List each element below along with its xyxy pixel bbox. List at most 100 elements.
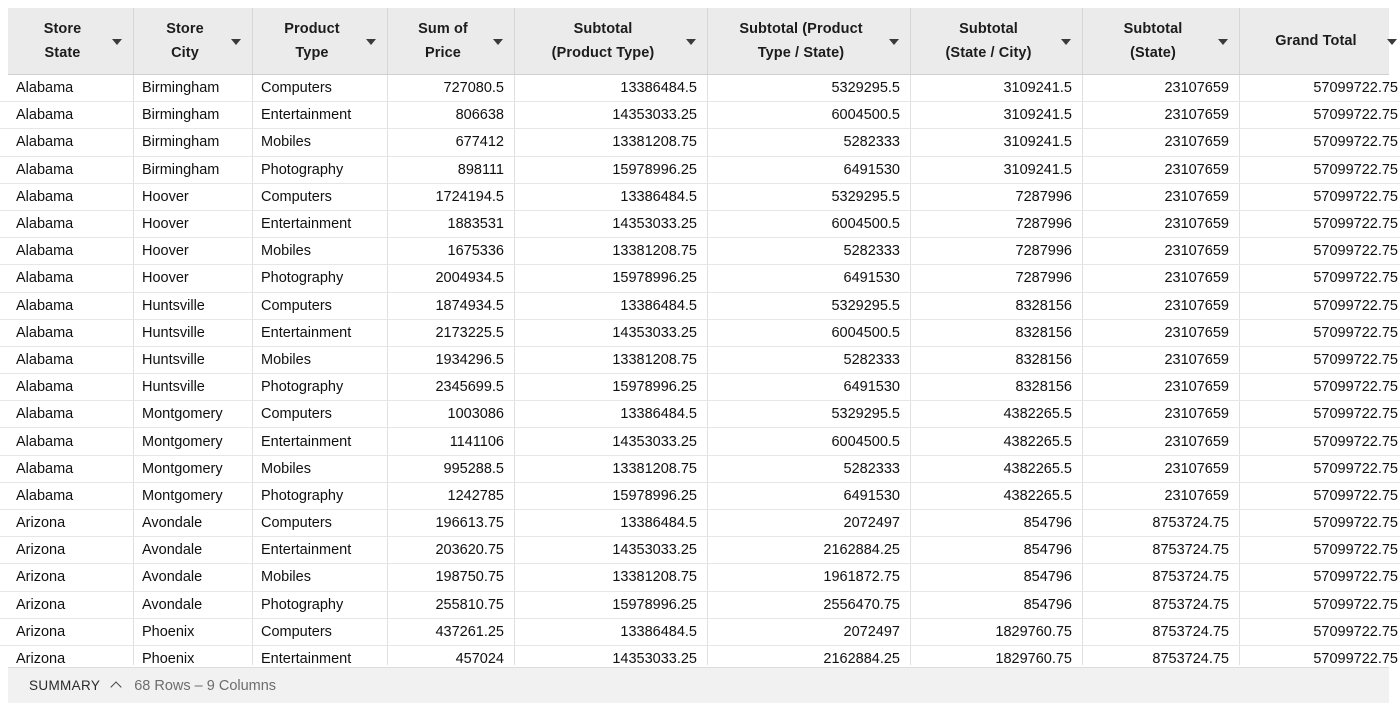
cell-store-state[interactable]: Alabama <box>0 346 134 374</box>
cell-sum-of-price[interactable]: 1874934.5 <box>388 292 515 319</box>
cell-subtotal-state-city[interactable]: 3109241.5 <box>911 129 1083 156</box>
cell-subtotal-state[interactable]: 8753724.75 <box>1083 618 1240 645</box>
cell-subtotal-state[interactable]: 23107659 <box>1083 75 1240 102</box>
cell-subtotal-state-city[interactable]: 1829760.75 <box>911 645 1083 665</box>
column-menu-chevron-down-icon[interactable] <box>231 39 241 45</box>
table-row[interactable]: Alabama Hoover Entertainment 1883531 1435303… <box>0 210 1400 239</box>
cell-product-type[interactable]: Entertainment <box>253 537 388 564</box>
cell-store-city[interactable]: Avondale <box>134 591 253 618</box>
cell-store-state[interactable]: Alabama <box>0 482 134 509</box>
table-row[interactable]: Alabama Birmingham Entertainment 806638 1435… <box>0 102 1400 130</box>
cell-store-state[interactable]: Alabama <box>0 75 134 102</box>
cell-subtotal-product-type[interactable]: 13381208.75 <box>515 238 708 265</box>
cell-subtotal-product-type[interactable]: 15978996.25 <box>515 482 708 509</box>
cell-subtotal-product-type[interactable]: 14353033.25 <box>515 102 708 129</box>
cell-subtotal-state-city[interactable]: 4382265.5 <box>911 428 1083 455</box>
cell-subtotal-product-type[interactable]: 13386484.5 <box>515 618 708 645</box>
column-menu-chevron-down-icon[interactable] <box>366 39 376 45</box>
cell-subtotal-state[interactable]: 8753724.75 <box>1083 591 1240 618</box>
cell-store-city[interactable]: Huntsville <box>134 292 253 319</box>
cell-product-type[interactable]: Entertainment <box>253 645 388 665</box>
column-header-store-state[interactable]: Store State <box>8 8 134 74</box>
table-row[interactable]: Alabama Montgomery Entertainment 1141106 143… <box>0 428 1400 456</box>
cell-subtotal-state-city[interactable]: 7287996 <box>911 183 1083 210</box>
cell-sum-of-price[interactable]: 806638 <box>388 102 515 129</box>
cell-grand-total[interactable]: 57099722.75 <box>1240 265 1400 291</box>
cell-product-type[interactable]: Photography <box>253 265 388 292</box>
cell-store-city[interactable]: Montgomery <box>134 482 253 509</box>
cell-product-type[interactable]: Mobiles <box>253 238 388 265</box>
cell-product-type[interactable]: Mobiles <box>253 346 388 374</box>
cell-grand-total[interactable]: 57099722.75 <box>1240 102 1400 128</box>
cell-subtotal-state-city[interactable]: 1829760.75 <box>911 618 1083 645</box>
cell-subtotal-state-city[interactable]: 8328156 <box>911 292 1083 319</box>
cell-grand-total[interactable]: 57099722.75 <box>1240 646 1400 665</box>
cell-store-city[interactable]: Avondale <box>134 537 253 564</box>
cell-product-type[interactable]: Mobiles <box>253 455 388 482</box>
column-header-grand-total[interactable]: Grand Total <box>1240 8 1400 74</box>
cell-subtotal-state[interactable]: 23107659 <box>1083 482 1240 509</box>
cell-sum-of-price[interactable]: 203620.75 <box>388 537 515 564</box>
cell-subtotal-product-type[interactable]: 15978996.25 <box>515 156 708 183</box>
table-row[interactable]: Arizona Avondale Mobiles 198750.75 13381208.… <box>0 564 1400 592</box>
cell-subtotal-product-type-state[interactable]: 5282333 <box>708 238 911 265</box>
cell-store-state[interactable]: Alabama <box>0 319 134 346</box>
cell-sum-of-price[interactable]: 1724194.5 <box>388 183 515 210</box>
cell-store-city[interactable]: Avondale <box>134 564 253 591</box>
column-header-subtotal-state-city[interactable]: Subtotal (State / City) <box>911 8 1083 74</box>
cell-sum-of-price[interactable]: 727080.5 <box>388 75 515 102</box>
cell-store-city[interactable]: Montgomery <box>134 428 253 455</box>
cell-grand-total[interactable]: 57099722.75 <box>1240 483 1400 509</box>
cell-subtotal-state-city[interactable]: 3109241.5 <box>911 75 1083 102</box>
cell-subtotal-product-type[interactable]: 13381208.75 <box>515 455 708 482</box>
cell-product-type[interactable]: Computers <box>253 401 388 428</box>
grid-body[interactable]: Alabama Birmingham Computers 727080.5 133864… <box>0 75 1400 665</box>
cell-store-city[interactable]: Hoover <box>134 265 253 292</box>
cell-grand-total[interactable]: 57099722.75 <box>1240 428 1400 454</box>
cell-store-city[interactable]: Huntsville <box>134 319 253 346</box>
table-row[interactable]: Arizona Phoenix Entertainment 457024 1435303… <box>0 645 1400 665</box>
cell-product-type[interactable]: Mobiles <box>253 129 388 156</box>
cell-store-state[interactable]: Alabama <box>0 129 134 156</box>
cell-store-city[interactable]: Avondale <box>134 510 253 537</box>
cell-subtotal-state-city[interactable]: 7287996 <box>911 238 1083 265</box>
cell-sum-of-price[interactable]: 2004934.5 <box>388 265 515 292</box>
cell-grand-total[interactable]: 57099722.75 <box>1240 211 1400 237</box>
cell-sum-of-price[interactable]: 898111 <box>388 156 515 183</box>
cell-store-state[interactable]: Alabama <box>0 401 134 428</box>
cell-grand-total[interactable]: 57099722.75 <box>1240 293 1400 319</box>
cell-store-state[interactable]: Alabama <box>0 156 134 183</box>
cell-sum-of-price[interactable]: 677412 <box>388 129 515 156</box>
cell-sum-of-price[interactable]: 1934296.5 <box>388 346 515 374</box>
column-header-store-city[interactable]: Store City <box>134 8 253 74</box>
cell-subtotal-product-type-state[interactable]: 6491530 <box>708 265 911 292</box>
cell-store-state[interactable]: Alabama <box>0 292 134 319</box>
cell-subtotal-product-type[interactable]: 14353033.25 <box>515 210 708 238</box>
cell-product-type[interactable]: Computers <box>253 292 388 319</box>
cell-store-city[interactable]: Phoenix <box>134 645 253 665</box>
cell-subtotal-product-type-state[interactable]: 2072497 <box>708 510 911 537</box>
cell-store-state[interactable]: Alabama <box>0 265 134 292</box>
cell-subtotal-state[interactable]: 8753724.75 <box>1083 510 1240 537</box>
cell-subtotal-state[interactable]: 23107659 <box>1083 319 1240 346</box>
cell-store-state[interactable]: Alabama <box>0 210 134 238</box>
cell-grand-total[interactable]: 57099722.75 <box>1240 347 1400 373</box>
column-menu-chevron-down-icon[interactable] <box>493 39 503 45</box>
cell-grand-total[interactable]: 57099722.75 <box>1240 456 1400 482</box>
cell-grand-total[interactable]: 57099722.75 <box>1240 401 1400 427</box>
cell-subtotal-state-city[interactable]: 7287996 <box>911 265 1083 292</box>
cell-subtotal-state-city[interactable]: 3109241.5 <box>911 102 1083 129</box>
table-row[interactable]: Alabama Birmingham Photography 898111 159789… <box>0 156 1400 184</box>
cell-store-city[interactable]: Birmingham <box>134 102 253 129</box>
table-row[interactable]: Arizona Phoenix Computers 437261.25 13386484… <box>0 618 1400 646</box>
cell-sum-of-price[interactable]: 1242785 <box>388 482 515 509</box>
cell-store-state[interactable]: Arizona <box>0 645 134 665</box>
cell-subtotal-product-type-state[interactable]: 1961872.75 <box>708 564 911 591</box>
cell-sum-of-price[interactable]: 2173225.5 <box>388 319 515 346</box>
cell-store-city[interactable]: Huntsville <box>134 374 253 401</box>
cell-grand-total[interactable]: 57099722.75 <box>1240 510 1400 536</box>
cell-product-type[interactable]: Photography <box>253 482 388 509</box>
cell-store-city[interactable]: Hoover <box>134 183 253 210</box>
cell-subtotal-state-city[interactable]: 854796 <box>911 564 1083 591</box>
table-row[interactable]: Alabama Hoover Computers 1724194.5 13386484.… <box>0 183 1400 211</box>
